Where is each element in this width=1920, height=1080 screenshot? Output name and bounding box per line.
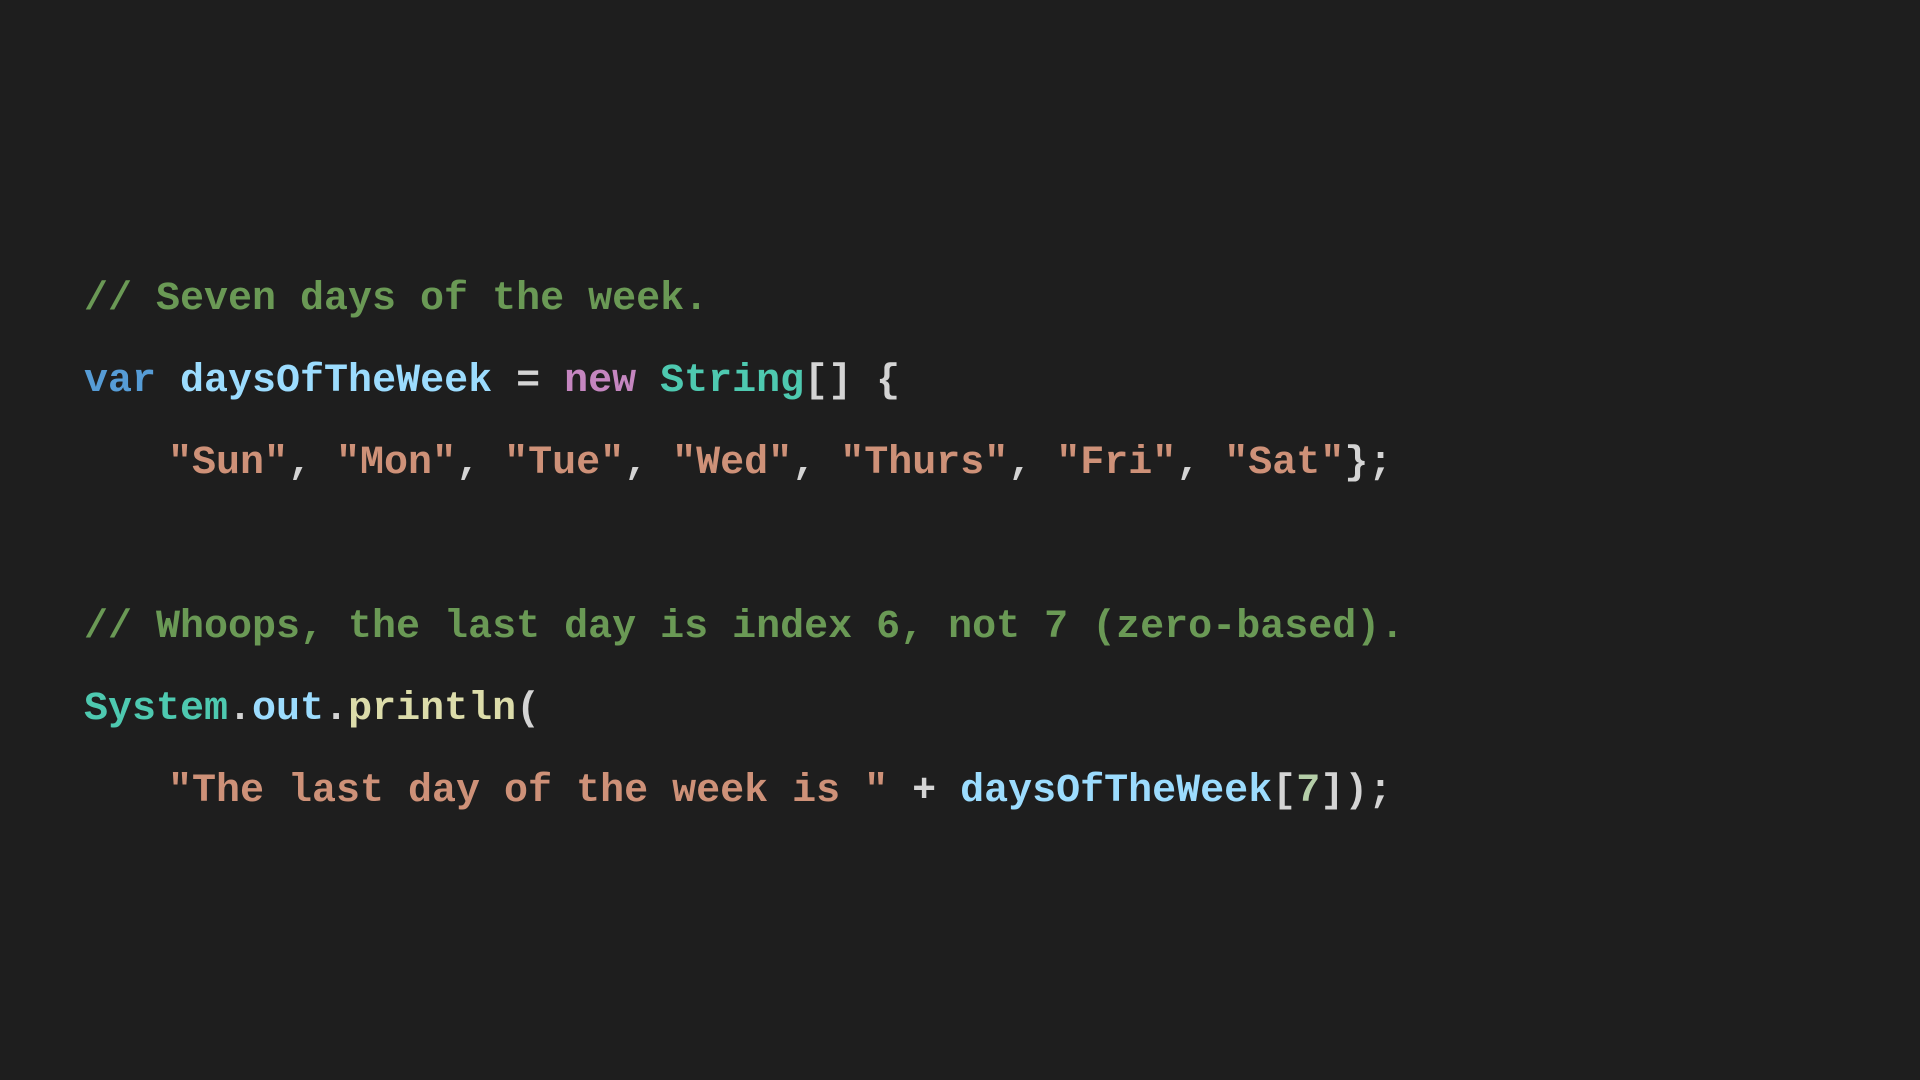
punctuation-token: ]); xyxy=(1320,769,1393,814)
code-line: "The last day of the week is " + daysOfT… xyxy=(84,751,1404,833)
string-literal-token: "Thurs" xyxy=(840,441,1009,486)
punctuation-token: }; xyxy=(1344,441,1393,486)
string-literal-token: "Sun" xyxy=(168,441,289,486)
code-line: ​ xyxy=(84,505,1404,587)
punctuation-token: , xyxy=(792,441,841,486)
function-token: println xyxy=(348,687,517,732)
type-token: System xyxy=(84,687,229,732)
punctuation-token: , xyxy=(456,441,505,486)
string-literal-token: "Fri" xyxy=(1056,441,1177,486)
punctuation-token: , xyxy=(624,441,673,486)
punctuation-token: , xyxy=(1176,441,1225,486)
identifier-token: daysOfTheWeek xyxy=(180,359,493,404)
punctuation-token: . xyxy=(324,687,349,732)
punctuation-token: , xyxy=(1008,441,1057,486)
type-token: String xyxy=(660,359,805,404)
punctuation-token: + xyxy=(888,769,961,814)
code-line: // Seven days of the week. xyxy=(84,259,1404,341)
punctuation-token: [] { xyxy=(804,359,901,404)
punctuation-token: . xyxy=(228,687,253,732)
identifier-token: daysOfTheWeek xyxy=(960,769,1273,814)
string-literal-token: "Mon" xyxy=(336,441,457,486)
keyword-token: var xyxy=(84,359,157,404)
punctuation-token: ( xyxy=(516,687,541,732)
code-line: System.out.println( xyxy=(84,669,1404,751)
punctuation-token xyxy=(636,359,660,404)
punctuation-token: [ xyxy=(1272,769,1297,814)
comment-token: // Seven days of the week. xyxy=(84,277,709,322)
string-literal-token: "Tue" xyxy=(504,441,625,486)
code-block[interactable]: // Seven days of the week. var daysOfTheW… xyxy=(84,259,1404,833)
code-line: "Sun", "Mon", "Tue", "Wed", "Thurs", "Fr… xyxy=(84,423,1404,505)
identifier-token: out xyxy=(252,687,325,732)
number-literal-token: 7 xyxy=(1296,769,1321,814)
comment-token: // Whoops, the last day is index 6, not … xyxy=(84,605,1405,650)
code-editor: // Seven days of the week. var daysOfTheW… xyxy=(0,0,1920,1080)
keyword-token: new xyxy=(564,359,637,404)
string-literal-token: "The last day of the week is " xyxy=(168,769,889,814)
string-literal-token: "Wed" xyxy=(672,441,793,486)
code-line: // Whoops, the last day is index 6, not … xyxy=(84,587,1404,669)
punctuation-token: = xyxy=(492,359,565,404)
string-literal-token: "Sat" xyxy=(1224,441,1345,486)
code-line: var daysOfTheWeek = new String[] { xyxy=(84,341,1404,423)
punctuation-token: , xyxy=(288,441,337,486)
punctuation-token xyxy=(156,359,180,404)
